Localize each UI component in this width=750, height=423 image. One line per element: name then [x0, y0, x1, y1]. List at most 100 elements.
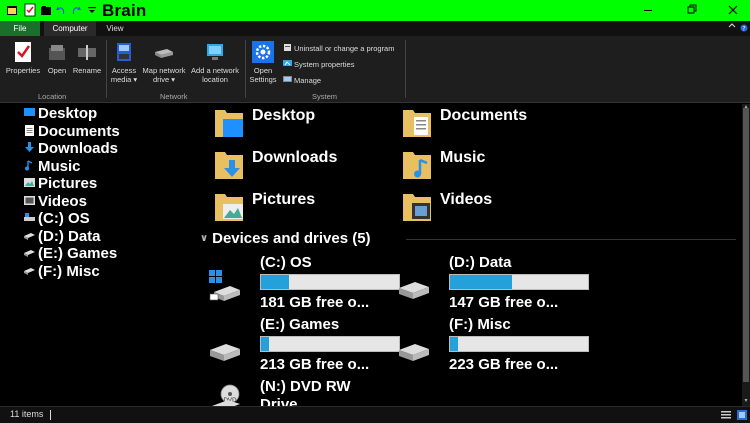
scrollbar-thumb[interactable]: [743, 108, 749, 382]
nav-item-label: Desktop: [38, 105, 98, 122]
status-bar: 11 items: [0, 406, 750, 423]
close-icon[interactable]: [725, 2, 741, 18]
system-properties-button[interactable]: System properties: [283, 59, 354, 70]
nav-item-downloads[interactable]: Downloads: [24, 140, 118, 157]
nav-item-pictures[interactable]: Pictures: [24, 175, 97, 192]
tab-view[interactable]: View: [99, 21, 131, 36]
hard-drive-icon: [399, 282, 429, 299]
add-network-location-icon: [207, 44, 223, 60]
drive-free-space: 181 GB free o...: [260, 294, 370, 311]
devices-section-title: Devices and drives (5): [212, 230, 371, 247]
documents-icon: [25, 124, 34, 136]
drive-type: Drive: [260, 396, 298, 406]
drive-name: (D:) Data: [449, 254, 512, 271]
properties-label: Properties: [5, 66, 41, 75]
folder-label: Pictures: [252, 191, 316, 208]
rename-button[interactable]: Rename: [72, 40, 102, 75]
map-network-drive-button[interactable]: Map network drive ▾: [140, 40, 188, 84]
chevron-down-icon: ∨: [200, 233, 209, 244]
nav-item-music[interactable]: Music: [24, 158, 81, 175]
customize-quick-access-icon[interactable]: [86, 3, 98, 17]
location-group-label: Location: [38, 92, 67, 101]
drive-free-space: 213 GB free o...: [260, 356, 370, 373]
folder-label: Videos: [440, 191, 493, 208]
desktop-folder-icon: [215, 110, 243, 137]
folder-label: Music: [440, 149, 486, 166]
access-media-button[interactable]: Access media ▾: [108, 40, 140, 84]
ribbon-separator: [245, 40, 246, 98]
manage-label: Manage: [294, 76, 322, 85]
map-network-drive-label-1: Map network: [142, 66, 186, 75]
status-separator: [50, 410, 51, 420]
nav-item-label: (E:) Games: [38, 245, 118, 262]
open-button[interactable]: Open: [44, 40, 70, 75]
nav-item-drive-e[interactable]: (E:) Games: [24, 245, 117, 262]
large-icons-view-icon[interactable]: [737, 410, 747, 420]
map-network-drive-label-2: drive ▾: [152, 75, 176, 84]
maximize-icon[interactable]: [683, 2, 699, 18]
properties-quick-icon[interactable]: [24, 3, 36, 17]
drive-usage-bar: [449, 274, 589, 290]
system-properties-icon: [283, 60, 292, 66]
explorer-icon: [7, 6, 17, 15]
nav-item-videos[interactable]: Videos: [24, 193, 87, 210]
nav-item-label: (F:) Misc: [38, 262, 100, 280]
nav-item-drive-d[interactable]: (D:) Data: [24, 228, 101, 245]
tab-computer[interactable]: Computer: [44, 21, 96, 36]
navigation-pane: Desktop Documents Downloads Music Pictur…: [0, 104, 196, 406]
drive-name: (F:) Misc: [449, 316, 511, 333]
drive-c-icon: [24, 213, 35, 221]
drive-name: (C:) OS: [260, 254, 312, 271]
details-view-icon[interactable]: [721, 410, 731, 420]
nav-item-drive-c[interactable]: (C:) OS: [24, 210, 90, 227]
manage-button[interactable]: Manage: [283, 75, 321, 86]
manage-icon: [283, 76, 292, 82]
rename-label: Rename: [72, 66, 102, 75]
windows-drive-icon: [209, 270, 240, 301]
music-folder-icon: [403, 152, 431, 179]
redo-quick-icon[interactable]: [70, 3, 82, 17]
hard-drive-icon: [210, 344, 240, 361]
map-network-drive-icon: [155, 49, 173, 58]
desktop-icon: [24, 108, 35, 116]
nav-item-label: (D:) Data: [38, 227, 101, 245]
drive-name: (E:) Games: [260, 316, 340, 333]
open-settings-button[interactable]: Open Settings: [247, 40, 279, 84]
devices-section-header[interactable]: ∨ Devices and drives (5): [200, 230, 371, 248]
drive-usage-bar: [260, 274, 400, 290]
ribbon-separator: [106, 40, 107, 98]
ribbon-tabs: File Computer View ?: [0, 21, 750, 36]
uninstall-program-button[interactable]: Uninstall or change a program: [283, 43, 394, 54]
help-icon[interactable]: ?: [740, 23, 748, 33]
minimize-ribbon-icon[interactable]: [728, 23, 736, 33]
folder-label: Documents: [440, 107, 528, 124]
hard-drive-icon: [399, 344, 429, 361]
drive-name: (N:) DVD RW: [260, 378, 351, 395]
drive-usage-bar: [449, 336, 589, 352]
drive-usage-fill: [450, 337, 459, 351]
nav-item-label: Pictures: [38, 175, 98, 192]
nav-item-label: (C:) OS: [38, 210, 90, 227]
nav-item-drive-f[interactable]: (F:) Misc: [24, 263, 100, 280]
section-divider: [406, 239, 736, 240]
title-bar: Brain: [0, 0, 750, 21]
content-pane: Desktop Documents Downloads Music Pictur…: [196, 104, 742, 406]
ribbon-separator: [405, 40, 406, 98]
tab-file[interactable]: File: [0, 21, 40, 36]
vertical-scrollbar[interactable]: ▴ ▾: [742, 104, 750, 406]
scroll-down-icon[interactable]: ▾: [742, 398, 750, 404]
nav-item-documents[interactable]: Documents: [24, 123, 120, 140]
drive-usage-fill: [261, 275, 289, 289]
minimize-icon[interactable]: [640, 2, 656, 18]
properties-button[interactable]: Properties: [4, 40, 42, 75]
documents-folder-icon: [403, 110, 431, 137]
settings-gear-icon: [252, 41, 274, 63]
new-folder-quick-icon[interactable]: [40, 3, 52, 17]
undo-quick-icon[interactable]: [55, 3, 67, 17]
hard-drive-icon: [24, 232, 35, 240]
uninstall-label: Uninstall or change a program: [294, 44, 395, 53]
add-network-location-button[interactable]: Add a network location: [188, 40, 242, 84]
pictures-icon: [24, 178, 35, 187]
nav-item-label: Music: [38, 157, 81, 175]
nav-item-desktop[interactable]: Desktop: [24, 105, 97, 122]
